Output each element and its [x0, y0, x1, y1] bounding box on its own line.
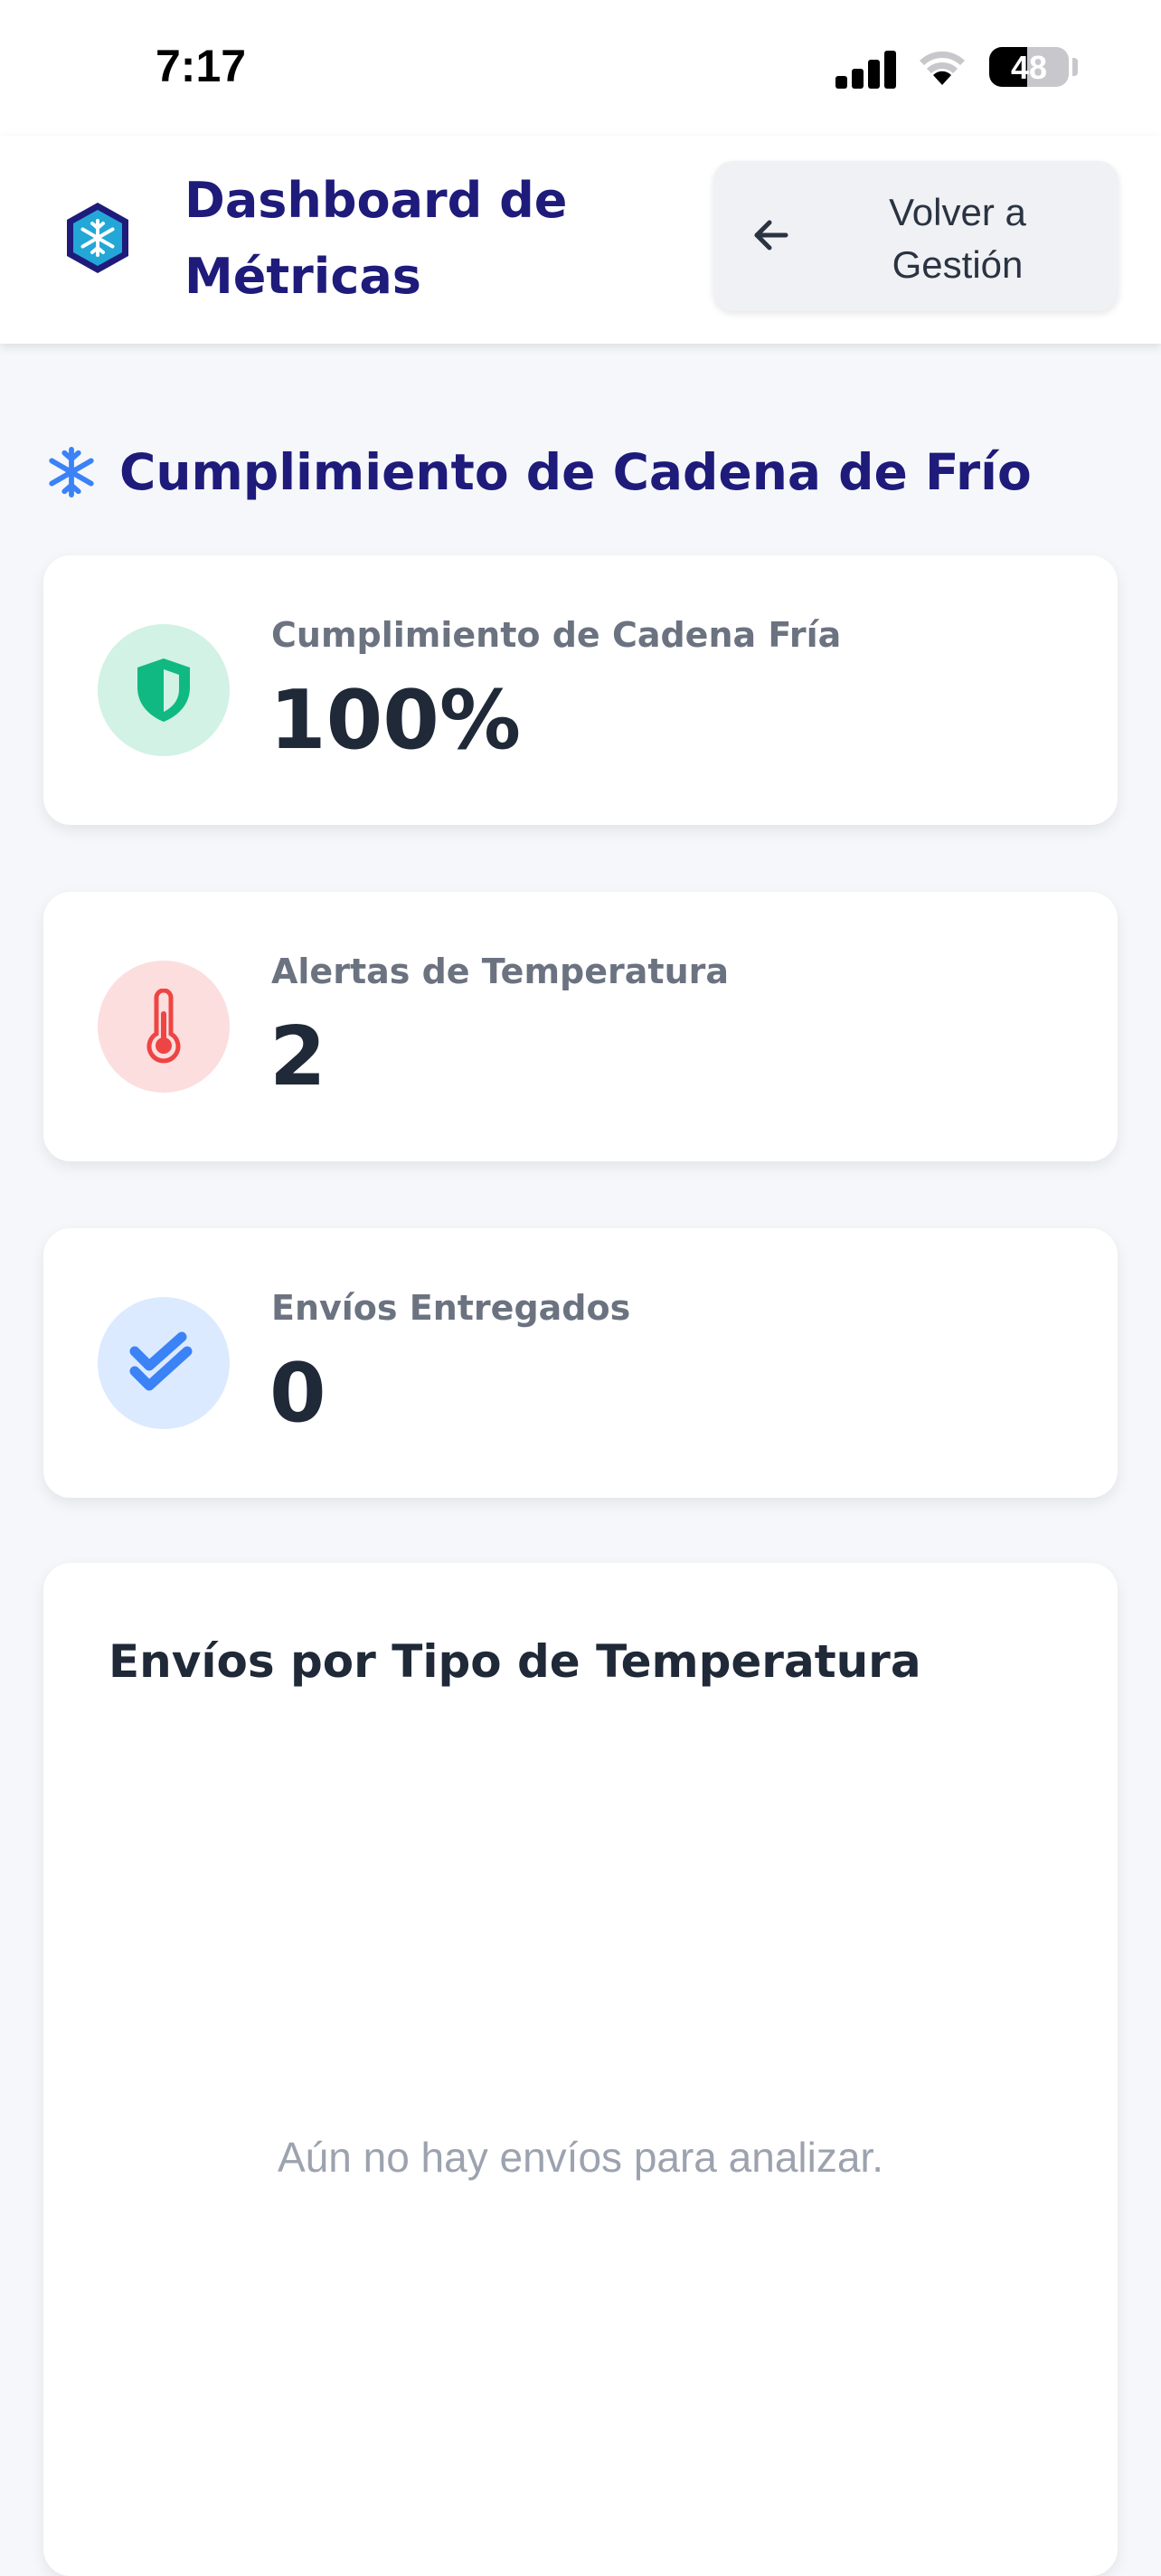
back-button-label: Volver a Gestión [822, 186, 1093, 291]
thermometer-icon [146, 989, 181, 1064]
section-heading: Cumplimiento de Cadena de Frío [45, 443, 1130, 501]
back-to-management-button[interactable]: Volver a Gestión [713, 161, 1119, 311]
shield-icon [137, 658, 190, 722]
card-value: 100% [269, 673, 522, 768]
card-icon-badge [98, 961, 230, 1093]
battery-icon: 48 [989, 47, 1069, 87]
wifi-icon [920, 51, 965, 85]
page-title-line-1: Dashboard de [184, 172, 568, 229]
card-icon-badge [98, 1297, 230, 1429]
battery-tip [1072, 58, 1078, 76]
card-label: Alertas de Temperatura [271, 952, 730, 991]
cellular-signal-icon [835, 47, 897, 89]
double-check-icon [129, 1331, 193, 1391]
app-header: Dashboard de Métricas Volver a Gestión [0, 136, 1161, 344]
status-bar: 7:17 48 [0, 0, 1161, 136]
shipments-by-temperature-chart-card: Envíos por Tipo de Temperatura Aún no ha… [43, 1563, 1118, 2576]
card-value: 2 [269, 1009, 326, 1104]
delivered-shipments-card: Envíos Entregados 0 [43, 1228, 1118, 1498]
page-title-line-2: Métricas [184, 248, 421, 305]
back-button-label-line-1: Volver a [889, 191, 1026, 233]
cold-chain-compliance-card: Cumplimiento de Cadena Fría 100% [43, 555, 1118, 825]
snowflake-icon [49, 446, 94, 498]
battery-percentage: 48 [1010, 49, 1048, 86]
section-title: Cumplimiento de Cadena de Frío [119, 443, 1032, 501]
page-title: Dashboard de Métricas [184, 163, 655, 315]
back-button-label-line-2: Gestión [892, 243, 1024, 286]
chart-title: Envíos por Tipo de Temperatura [109, 1635, 921, 1688]
status-time: 7:17 [156, 41, 247, 91]
card-icon-badge [98, 624, 230, 756]
temperature-alerts-card: Alertas de Temperatura 2 [43, 892, 1118, 1161]
card-label: Envíos Entregados [271, 1288, 631, 1328]
empty-state-message: Aún no hay envíos para analizar. [277, 2134, 883, 2181]
card-value: 0 [269, 1346, 326, 1441]
snowflake-logo-icon [67, 203, 128, 273]
card-label: Cumplimiento de Cadena Fría [271, 615, 842, 655]
arrow-left-icon [754, 220, 788, 251]
